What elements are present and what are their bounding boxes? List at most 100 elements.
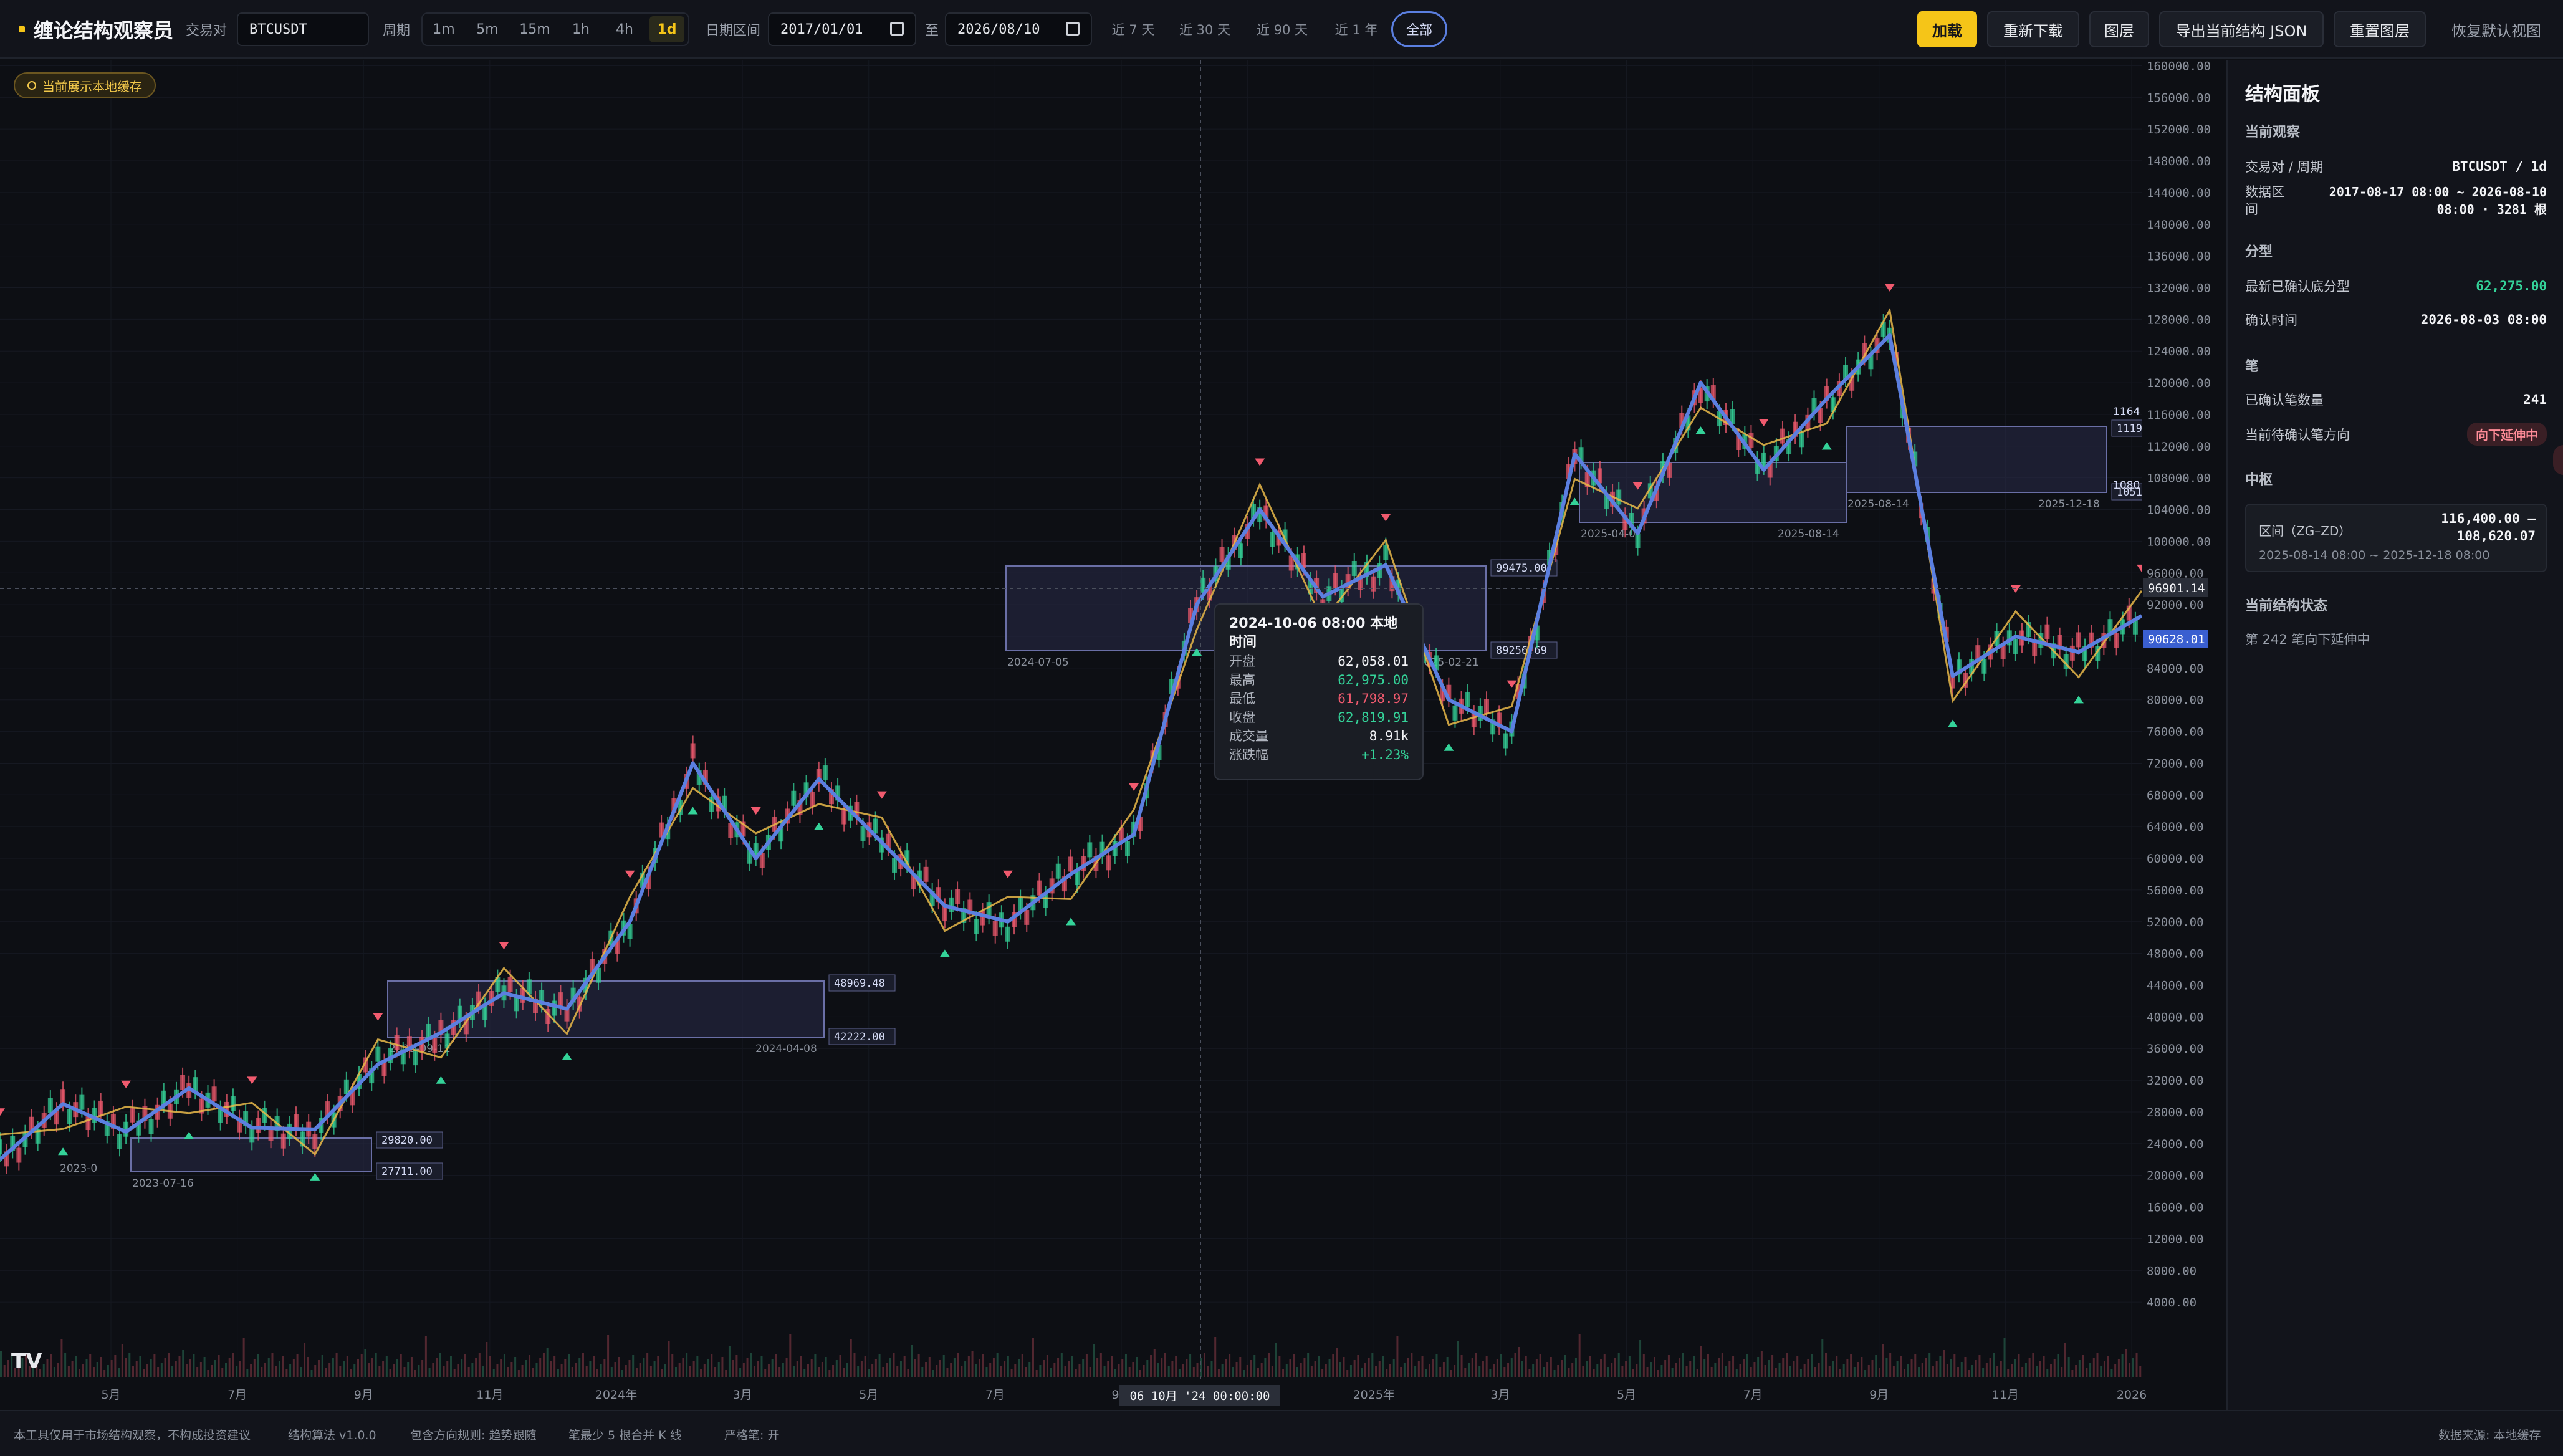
- volume-bar: [603, 1359, 606, 1377]
- chart-canvas[interactable]: 2023-07-1629820.0027711.002023-09-112024…: [0, 59, 2225, 1406]
- price-chart[interactable]: 2023-07-1629820.0027711.002023-09-112024…: [0, 59, 2225, 1406]
- volume-bar: [2135, 1353, 2138, 1377]
- volume-bar: [742, 1363, 745, 1377]
- volume-bar: [1485, 1356, 1488, 1377]
- period-15m[interactable]: 15m: [516, 16, 553, 42]
- bottom-fractal-arrow-icon: [58, 1147, 69, 1156]
- reset-layers-button[interactable]: 重置图层: [2334, 11, 2426, 47]
- volume-bar: [146, 1364, 148, 1377]
- app-title: 缠论结构观察员: [34, 19, 174, 42]
- zs-range-line-2: 108,620.07: [2456, 529, 2536, 544]
- volume-bar: [917, 1354, 920, 1377]
- candle-body: [841, 809, 847, 825]
- period-4h[interactable]: 4h: [608, 16, 641, 42]
- candle-body: [1270, 532, 1275, 547]
- candle-body: [1483, 699, 1489, 714]
- volume-bar: [775, 1354, 777, 1377]
- symbol-label: 交易对: [186, 23, 228, 39]
- period-5m[interactable]: 5m: [471, 16, 504, 42]
- volume-bar: [343, 1361, 345, 1377]
- calendar-icon[interactable]: [1066, 22, 1080, 36]
- bottom-fractal-arrow-icon: [1569, 497, 1580, 505]
- range-all-button[interactable]: 全部: [1391, 11, 1447, 47]
- period-1m[interactable]: 1m: [428, 16, 460, 42]
- tooltip-row: 涨跌幅 +1.23%: [1229, 745, 1409, 764]
- date-from-input[interactable]: 2017/01/01: [768, 12, 916, 46]
- volume-bar: [1653, 1357, 1655, 1377]
- date-to-input[interactable]: 2026/08/10: [945, 12, 1092, 46]
- volume-bar: [1078, 1364, 1081, 1377]
- panel-edge-handle-icon[interactable]: [2553, 445, 2563, 475]
- volume-bar: [632, 1355, 635, 1377]
- zhongshu-end-date: 2025-08-14: [1778, 528, 1839, 540]
- zs-time-range: 2025-08-14 08:00 ~ 2025-12-18 08:00: [2259, 548, 2490, 562]
- volume-bar: [1389, 1364, 1391, 1377]
- calendar-icon[interactable]: [890, 22, 904, 36]
- period-1d[interactable]: 1d: [649, 16, 684, 42]
- data-range-row: 数据区间 2017-08-17 08:00 ~ 2026-08-10 08:00 …: [2245, 183, 2547, 218]
- range-90d-button[interactable]: 近 90 天: [1248, 16, 1316, 42]
- volume-bar: [1871, 1360, 1874, 1377]
- volume-bar: [1518, 1347, 1520, 1377]
- volume-bar: [703, 1364, 706, 1377]
- volume-bar: [2036, 1366, 2038, 1377]
- state-value: 第 242 笔向下延伸中: [2245, 632, 2370, 647]
- volume-bar: [125, 1358, 127, 1377]
- reset-view-button[interactable]: 恢复默认视图: [2437, 11, 2556, 47]
- volume-bar: [2125, 1349, 2127, 1377]
- zhongshu-end-date: 2025-12-18: [2038, 498, 2100, 510]
- symbol-input[interactable]: BTCUSDT: [237, 12, 369, 46]
- load-button[interactable]: 加载: [1917, 11, 1977, 47]
- tradingview-logo[interactable]: TV: [11, 1349, 42, 1374]
- volume-bar: [646, 1353, 649, 1377]
- volume-bar: [1111, 1356, 1113, 1377]
- range-30d-button[interactable]: 近 30 天: [1171, 16, 1239, 42]
- range-7d-button[interactable]: 近 7 天: [1103, 16, 1163, 42]
- volume-bar: [2057, 1354, 2059, 1377]
- volume-bar: [967, 1356, 970, 1377]
- volume-bar: [1353, 1360, 1356, 1377]
- volume-bar: [607, 1335, 610, 1377]
- volume-bar: [575, 1363, 577, 1377]
- volume-bar: [1725, 1366, 1727, 1377]
- volume-bar: [911, 1345, 913, 1377]
- time-tick-label: 5月: [101, 1388, 120, 1402]
- volume-bar: [300, 1367, 302, 1377]
- range-1y-button[interactable]: 近 1 年: [1325, 16, 1387, 42]
- volume-bar: [961, 1366, 963, 1377]
- volume-bar: [1682, 1353, 1684, 1377]
- candle-body: [1219, 547, 1225, 562]
- volume-bar: [253, 1359, 256, 1377]
- volume-bar: [1035, 1370, 1038, 1377]
- volume-bar: [1253, 1355, 1256, 1377]
- volume-bar: [853, 1353, 856, 1377]
- volume-bar: [674, 1367, 677, 1377]
- volume-bar: [1550, 1357, 1552, 1377]
- candle-body: [2044, 624, 2050, 639]
- candle-body: [507, 977, 513, 992]
- volume-bar: [671, 1354, 674, 1377]
- volume-bar: [467, 1367, 470, 1377]
- volume-bar: [296, 1354, 299, 1377]
- period-1h[interactable]: 1h: [565, 16, 597, 42]
- volume-bar: [1204, 1353, 1206, 1377]
- volume-bar: [746, 1358, 749, 1377]
- layers-button[interactable]: 图层: [2089, 11, 2149, 47]
- export-json-button[interactable]: 导出当前结构 JSON: [2159, 11, 2324, 47]
- tooltip-value: +1.23%: [1361, 747, 1409, 762]
- top-fractal-arrow-icon: [1507, 680, 1517, 688]
- volume-bar: [1478, 1366, 1481, 1377]
- price-tick-label: 48000.00: [2147, 947, 2204, 961]
- volume-bar: [539, 1358, 542, 1377]
- price-tick-label: 112000.00: [2147, 440, 2211, 454]
- volume-bar: [653, 1361, 656, 1377]
- volume-bar: [1446, 1357, 1449, 1377]
- volume-bar: [2028, 1358, 2031, 1377]
- volume-bar: [1128, 1367, 1131, 1377]
- reload-button[interactable]: 重新下载: [1987, 11, 2079, 47]
- volume-bar: [932, 1370, 934, 1377]
- volume-bar: [457, 1364, 459, 1377]
- volume-bar: [1910, 1359, 1913, 1377]
- volume-bar: [57, 1363, 59, 1377]
- tooltip-key: 成交量: [1229, 729, 1268, 744]
